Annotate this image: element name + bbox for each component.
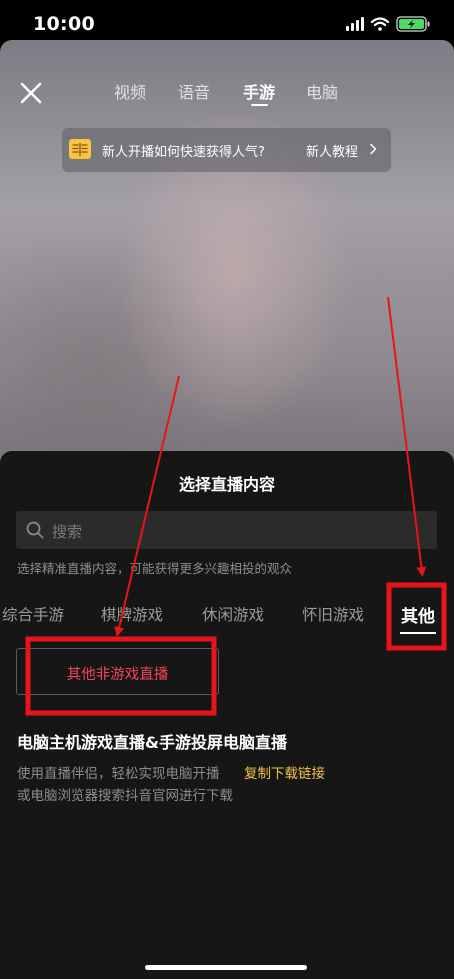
- chip-label: 其他非游戏直播: [66, 667, 169, 683]
- search-input[interactable]: 搜索: [16, 511, 437, 549]
- pc-section-description: 使用直播伴侣，轻松实现电脑开播: [17, 766, 220, 782]
- tutorial-banner[interactable]: 新人开播如何快速获得人气? 新人教程: [62, 128, 391, 172]
- hint-text: 选择精准直播内容，可能获得更多兴趣相投的观众: [17, 561, 293, 576]
- category-tab-board-card[interactable]: 棋牌游戏: [101, 603, 163, 625]
- camera-preview: [0, 40, 454, 510]
- category-tab-other[interactable]: 其他: [401, 602, 435, 627]
- sheet-title: 选择直播内容: [178, 475, 275, 494]
- pc-section-title: 电脑主机游戏直播&手游投屏电脑直播: [17, 733, 287, 752]
- top-tabs: 视频 语音 手游 电脑: [0, 79, 454, 109]
- signal-icon: [346, 17, 364, 31]
- banner-tutorial-link[interactable]: 新人教程: [306, 141, 358, 160]
- category-active-indicator: [400, 632, 436, 634]
- tab-video[interactable]: 视频: [114, 79, 146, 103]
- chevron-right-icon: [370, 143, 377, 155]
- other-non-game-live-option[interactable]: 其他非游戏直播: [16, 648, 219, 695]
- pc-section-description-2: 或电脑浏览器搜索抖音官网进行下载: [17, 788, 233, 804]
- status-bar: 10:00: [0, 0, 454, 44]
- category-tab-general-mobile[interactable]: 综合手游: [2, 603, 64, 625]
- status-icons: [346, 16, 430, 32]
- battery-icon: [396, 16, 430, 32]
- tab-active-indicator: [251, 104, 268, 106]
- status-time: 10:00: [33, 13, 95, 35]
- search-placeholder: 搜索: [52, 523, 83, 541]
- category-tab-retro[interactable]: 怀旧游戏: [302, 603, 364, 625]
- search-icon: [26, 521, 44, 539]
- home-indicator: [145, 965, 307, 970]
- tab-voice[interactable]: 语音: [178, 79, 210, 103]
- tab-pc[interactable]: 电脑: [306, 79, 338, 103]
- banner-text: 新人开播如何快速获得人气?: [102, 145, 265, 160]
- category-tab-casual[interactable]: 休闲游戏: [202, 603, 264, 625]
- copy-download-link[interactable]: 复制下载链接: [244, 762, 325, 782]
- wifi-icon: [370, 17, 390, 31]
- tab-mobile-game[interactable]: 手游: [243, 79, 275, 103]
- book-icon: [69, 139, 91, 159]
